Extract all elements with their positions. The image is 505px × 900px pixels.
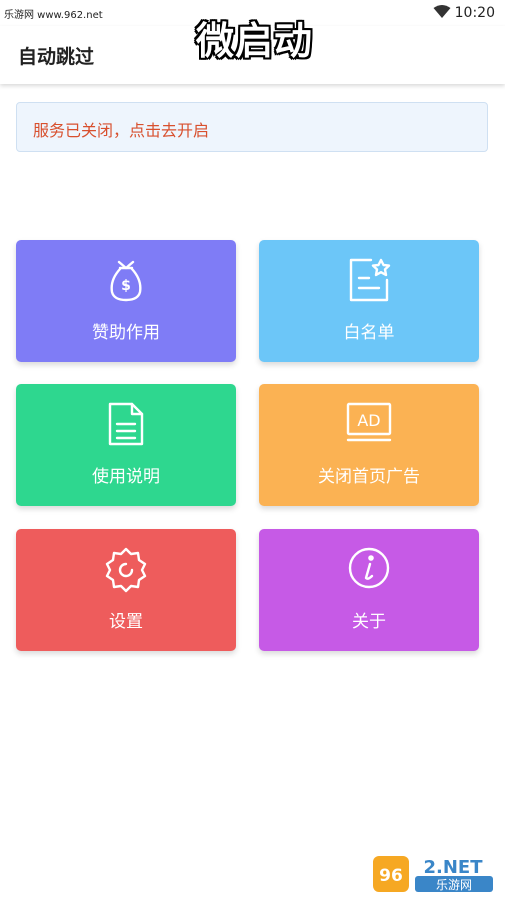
ad-screen-icon: AD <box>344 400 394 452</box>
gear-icon <box>102 545 150 597</box>
svg-text:AD: AD <box>357 411 380 430</box>
overlay-title: 微启动 <box>196 19 314 63</box>
svg-text:96: 96 <box>379 866 403 886</box>
money-bag-icon: $ <box>104 256 148 308</box>
tile-instructions[interactable]: 使用说明 <box>16 384 236 506</box>
status-bar-time: 10:20 <box>454 5 495 21</box>
tile-close-home-ads[interactable]: AD 关闭首页广告 <box>259 384 479 506</box>
tile-close-home-ads-label: 关闭首页广告 <box>318 467 420 487</box>
tile-whitelist[interactable]: 白名单 <box>259 240 479 362</box>
tile-sponsor[interactable]: $ 赞助作用 <box>16 240 236 362</box>
tile-about-label: 关于 <box>352 612 386 632</box>
svg-text:乐游网: 乐游网 <box>436 878 472 892</box>
svg-text:$: $ <box>121 278 131 294</box>
info-icon <box>346 545 392 595</box>
star-list-icon <box>345 256 393 308</box>
watermark-logo: 96 2.NET 乐游网 <box>371 854 497 894</box>
page-title: 自动跳过 <box>18 46 95 68</box>
tile-sponsor-label: 赞助作用 <box>92 323 160 343</box>
tile-instructions-label: 使用说明 <box>92 467 160 487</box>
tile-settings-label: 设置 <box>109 612 143 632</box>
service-status-text: 服务已关闭，点击去开启 <box>33 121 210 140</box>
svg-text:2.NET: 2.NET <box>423 857 483 878</box>
tile-about[interactable]: 关于 <box>259 529 479 651</box>
document-icon <box>104 400 148 452</box>
tile-whitelist-label: 白名单 <box>343 323 395 343</box>
service-status-notice[interactable]: 服务已关闭，点击去开启 <box>16 102 488 152</box>
status-bar-site-text: 乐游网 www.962.net <box>4 10 103 21</box>
wifi-icon <box>433 5 451 22</box>
tile-settings[interactable]: 设置 <box>16 529 236 651</box>
